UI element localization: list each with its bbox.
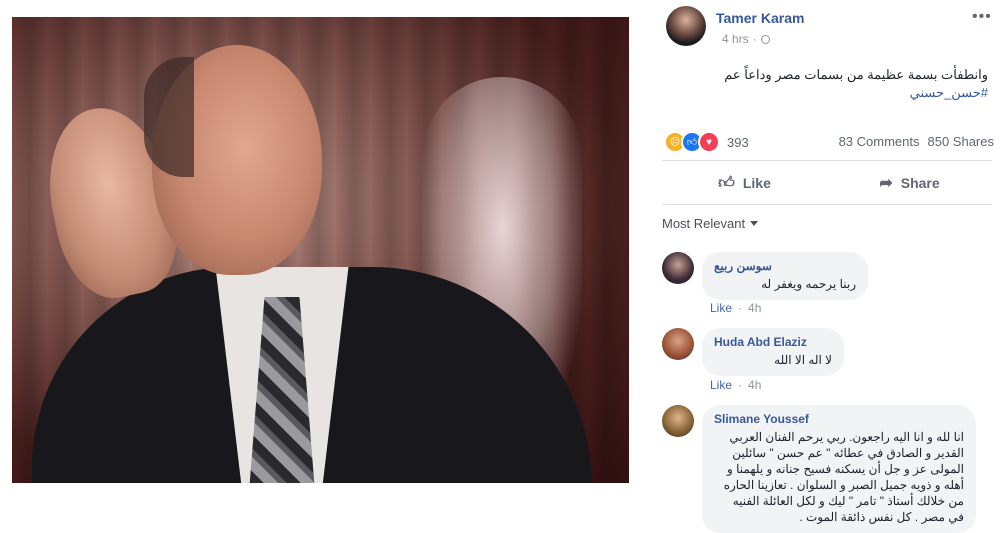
comments-count[interactable]: 83 Comments bbox=[839, 134, 920, 149]
post-text: وانطفأت بسمة عظيمة من بسمات مصر وداعاً ع… bbox=[664, 66, 988, 102]
shares-count[interactable]: 850 Shares bbox=[928, 134, 995, 149]
commenter-name[interactable]: سوسن ربيع bbox=[714, 259, 856, 273]
comment-text: ربنا يرحمه ويغفر له bbox=[761, 277, 856, 291]
divider bbox=[662, 160, 992, 161]
like-button[interactable]: 👍︎ Like bbox=[662, 166, 827, 200]
share-label: Share bbox=[900, 175, 940, 191]
post-sidebar: Tamer Karam 4 hrs · ••• وانطفأت بسمة عظي… bbox=[650, 0, 1002, 533]
comment-sort-dropdown[interactable]: Most Relevant bbox=[662, 216, 759, 231]
photo-hair bbox=[144, 57, 194, 177]
photo-pane bbox=[0, 0, 650, 507]
comment-meta-separator: · bbox=[738, 301, 743, 315]
reaction-count[interactable]: 393 bbox=[727, 135, 749, 150]
comment-item: Huda Abd Elaziz لا اله الا الله Like · 4… bbox=[662, 328, 992, 392]
hashtag-link[interactable]: #حسن_حسني bbox=[910, 85, 988, 100]
comment-text: انا لله و انا اليه راجعون. ربي يرحم الفن… bbox=[723, 430, 964, 524]
comment-item: سوسن ربيع ربنا يرحمه ويغفر له Like · 4h bbox=[662, 252, 992, 316]
like-label: Like bbox=[742, 175, 771, 191]
comment-like-link[interactable]: Like bbox=[710, 301, 732, 315]
comment-time[interactable]: 4h bbox=[748, 301, 761, 315]
thumbs-up-icon: 👍︎ bbox=[718, 174, 735, 192]
comment-bubble: سوسن ربيع ربنا يرحمه ويغفر له bbox=[702, 252, 868, 300]
comment-bubble: Slimane Youssef انا لله و انا اليه راجعو… bbox=[702, 405, 976, 533]
comment-text: لا اله الا الله bbox=[774, 353, 832, 367]
more-options-icon[interactable]: ••• bbox=[972, 8, 992, 26]
commenter-avatar[interactable] bbox=[662, 328, 694, 360]
comment-bubble: Huda Abd Elaziz لا اله الا الله bbox=[702, 328, 844, 376]
commenter-avatar[interactable] bbox=[662, 405, 694, 437]
caret-down-icon bbox=[750, 221, 759, 226]
post-meta: 4 hrs · bbox=[722, 32, 770, 46]
author-avatar[interactable] bbox=[666, 6, 706, 46]
post-time[interactable]: 4 hrs bbox=[722, 32, 749, 46]
globe-icon[interactable] bbox=[760, 34, 770, 44]
post-text-body: وانطفأت بسمة عظيمة من بسمات مصر وداعاً ع… bbox=[724, 67, 988, 82]
author-name[interactable]: Tamer Karam bbox=[716, 10, 804, 26]
commenter-name[interactable]: Huda Abd Elaziz bbox=[714, 335, 832, 349]
divider bbox=[662, 204, 992, 205]
post-stats: 83 Comments 850 Shares bbox=[839, 134, 994, 149]
love-reaction-icon: ♥ bbox=[698, 131, 720, 153]
comment-meta-separator: · bbox=[738, 378, 743, 392]
commenter-avatar[interactable] bbox=[662, 252, 694, 284]
reactions-summary[interactable]: ☹ 👍︎ ♥ 393 bbox=[664, 131, 749, 153]
comment-like-link[interactable]: Like bbox=[710, 378, 732, 392]
comment-meta: Like · 4h bbox=[710, 301, 761, 315]
sort-label: Most Relevant bbox=[662, 216, 746, 231]
comment-meta: Like · 4h bbox=[710, 378, 761, 392]
share-button[interactable]: ➦ Share bbox=[827, 166, 992, 200]
comment-item: Slimane Youssef انا لله و انا اليه راجعو… bbox=[662, 405, 992, 533]
share-arrow-icon: ➦ bbox=[879, 175, 893, 192]
post-actions: 👍︎ Like ➦ Share bbox=[662, 166, 992, 200]
post-photo[interactable] bbox=[12, 17, 629, 483]
meta-separator: · bbox=[752, 32, 757, 46]
comment-time[interactable]: 4h bbox=[748, 378, 761, 392]
commenter-name[interactable]: Slimane Youssef bbox=[714, 412, 964, 426]
